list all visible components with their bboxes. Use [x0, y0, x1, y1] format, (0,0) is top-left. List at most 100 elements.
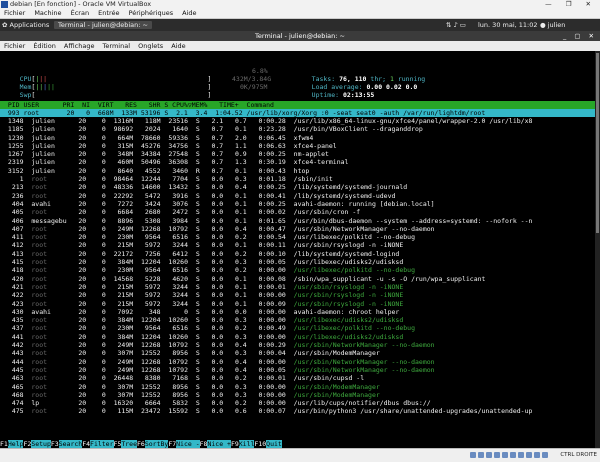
fkey-quit[interactable]: F10 Quit	[254, 440, 282, 448]
process-shr: 27548	[164, 150, 192, 159]
process-cmd: /usr/sbin/NetworkManager --no-daemon	[289, 357, 435, 366]
fkey-filter[interactable]: F4 Filter	[82, 440, 114, 448]
process-row[interactable]: 475 root 20 0 115M 23472 15592 S 0.0 0.6…	[0, 407, 595, 415]
display-icon[interactable]	[518, 452, 524, 458]
process-s: S	[191, 299, 204, 308]
process-row[interactable]: 443 root 20 0 307M 12552 8956 S 0.0 0.3 …	[0, 349, 595, 357]
process-row[interactable]: 422 root 20 0 215M 5972 3244 S 0.0 0.1 0…	[0, 291, 595, 299]
fkey-sortby[interactable]: F6 SortBy	[137, 440, 169, 448]
process-list[interactable]: 1348 julien 20 0 1316M 118M 23516 S 2.1 …	[0, 117, 595, 416]
process-row[interactable]: 404 avahi 20 0 7272 3424 3076 S 0.0 0.1 …	[0, 200, 595, 208]
terminal-scrollbar[interactable]	[595, 51, 600, 448]
taskbar-terminal[interactable]: Terminal - julien@debian: ~	[54, 21, 152, 29]
process-row[interactable]: 407 root 20 0 249M 12268 10792 S 0.0 0.4…	[0, 225, 595, 233]
selected-process-row[interactable]: 993 root 20 0 668M 133M 53196 S 2.1 3.4 …	[0, 109, 595, 117]
process-row[interactable]: 444 root 20 0 249M 12268 10792 S 0.0 0.4…	[0, 358, 595, 366]
process-row[interactable]: 236 root 20 0 22292 5472 3916 S 0.0 0.1 …	[0, 192, 595, 200]
vbox-menu-fichier[interactable]: Fichier	[4, 9, 25, 17]
recording-icon[interactable]	[526, 452, 532, 458]
process-row[interactable]: 437 root 20 0 230M 9564 6516 S 0.0 0.2 0…	[0, 324, 595, 332]
term-menu-edition[interactable]: Édition	[33, 42, 56, 50]
vbox-menu-ecran[interactable]: Écran	[71, 9, 89, 17]
process-row[interactable]: 442 root 20 0 249M 12268 10792 S 0.0 0.4…	[0, 341, 595, 349]
term-menu-aide[interactable]: Aide	[171, 42, 185, 50]
process-res: 6664	[137, 399, 165, 408]
harddisk-icon[interactable]	[470, 452, 476, 458]
vbox-menu-machine[interactable]: Machine	[34, 9, 61, 17]
process-row[interactable]: 1 root 20 0 98464 12244 7704 S 0.0 0.3 0…	[0, 175, 595, 183]
process-pid: 1348	[4, 117, 28, 125]
vbox-menu-entree[interactable]: Entrée	[98, 9, 119, 17]
process-shr: 3460	[164, 166, 192, 175]
process-pid: 412	[4, 241, 28, 250]
term-menu-terminal[interactable]: Terminal	[103, 42, 130, 50]
process-ni: 0	[90, 258, 110, 267]
panel-user[interactable]: ● julien	[540, 19, 565, 31]
shared-folder-icon[interactable]	[510, 452, 516, 458]
process-row[interactable]: 406 messagebu 20 0 8896 5308 3984 S 0.0 …	[0, 217, 595, 225]
process-row[interactable]: 420 root 20 0 14568 5228 4620 S 0.0 0.1 …	[0, 275, 595, 283]
term-menu-fichier[interactable]: Fichier	[4, 42, 25, 50]
fkey-kill[interactable]: F9 Kill	[230, 440, 255, 448]
usb-icon[interactable]	[502, 452, 508, 458]
process-row[interactable]: 415 root 20 0 384M 12204 10260 S 0.0 0.3…	[0, 258, 595, 266]
process-row[interactable]: 411 root 20 0 230M 9564 6516 S 0.0 0.2 0…	[0, 233, 595, 241]
process-row[interactable]: 213 root 20 0 48336 14600 13432 S 0.0 0.…	[0, 183, 595, 191]
fkey-setup[interactable]: F2 Setup	[23, 440, 51, 448]
mouse-integration-icon[interactable]	[542, 452, 548, 458]
scrollbar-thumb[interactable]	[596, 53, 599, 233]
process-row[interactable]: 463 root 20 0 26448 8380 7168 S 0.0 0.2 …	[0, 374, 595, 382]
term-menu-affichage[interactable]: Affichage	[64, 42, 95, 50]
process-row[interactable]: 1230 julien 20 0 664M 78660 59336 S 0.7 …	[0, 134, 595, 142]
process-s: S	[191, 266, 204, 275]
process-row[interactable]: 1185 julien 20 0 98692 2024 1640 S 0.7 0…	[0, 125, 595, 133]
fkey-help[interactable]: F1 Help	[0, 440, 24, 448]
vbox-menu-peripheriques[interactable]: Périphériques	[129, 9, 174, 17]
process-ni: 0	[90, 291, 110, 300]
fkey-label: Nice +	[207, 440, 231, 448]
network-adapter-icon[interactable]	[494, 452, 500, 458]
process-row[interactable]: 2319 julien 20 0 460M 50496 36308 S 0.7 …	[0, 158, 595, 166]
vbox-menu-aide[interactable]: Aide	[182, 9, 196, 17]
process-row[interactable]: 412 root 20 0 215M 5972 3244 S 0.0 0.1 0…	[0, 241, 595, 249]
optical-drive-icon[interactable]	[478, 452, 484, 458]
fkey-nice[interactable]: F7 Nice -	[168, 440, 200, 448]
process-row[interactable]: 413 root 20 0 22172 7256 6412 S 0.0 0.2 …	[0, 250, 595, 258]
cpu-icon[interactable]	[534, 452, 540, 458]
process-cmd: /usr/sbin/NetworkManager --no-daemon	[289, 341, 435, 350]
process-row[interactable]: 1348 julien 20 0 1316M 118M 23516 S 2.1 …	[0, 117, 595, 125]
fkey-nice[interactable]: F8 Nice +	[199, 440, 231, 448]
process-table-header[interactable]: PID USER PRI NI VIRT RES SHR S CPU%▽MEM%…	[0, 101, 595, 109]
process-row[interactable]: 423 root 20 0 215M 5972 3244 S 0.0 0.1 0…	[0, 300, 595, 308]
process-row[interactable]: 430 avahi 20 0 7092 348 0 S 0.0 0.0 0:00…	[0, 308, 595, 316]
process-row[interactable]: 474 lp 20 0 16320 6664 5832 S 0.0 0.2 0:…	[0, 399, 595, 407]
process-cpu: 0.0	[203, 274, 228, 283]
process-row[interactable]: 1267 julien 20 0 348M 34384 27548 S 0.7 …	[0, 150, 595, 158]
fkey-tree[interactable]: F5 Tree	[113, 440, 137, 448]
process-row[interactable]: 418 root 20 0 230M 9564 6516 S 0.0 0.2 0…	[0, 266, 595, 274]
terminal-window-controls[interactable]: _ ▢ ✕	[563, 31, 597, 41]
process-row[interactable]: 435 root 20 0 384M 12204 10260 S 0.0 0.3…	[0, 316, 595, 324]
process-time: 0:23.28	[250, 125, 290, 134]
audio-icon[interactable]	[486, 452, 492, 458]
network-icon[interactable]: ⇅	[446, 21, 451, 29]
process-row[interactable]: 421 root 20 0 215M 5972 3244 S 0.0 0.1 0…	[0, 283, 595, 291]
process-res: 12268	[137, 341, 165, 350]
process-virt: 26448	[109, 374, 138, 383]
process-row[interactable]: 1255 julien 20 0 315M 45276 34756 S 0.7 …	[0, 142, 595, 150]
battery-icon[interactable]: ▭	[460, 21, 466, 29]
process-row[interactable]: 3152 julien 20 0 8640 4552 3460 R 0.7 0.…	[0, 167, 595, 175]
term-menu-onglets[interactable]: Onglets	[138, 42, 163, 50]
vbox-window-controls[interactable]: — ❐ ✕	[545, 0, 597, 9]
process-row[interactable]: 468 root 20 0 307M 12552 8956 S 0.0 0.3 …	[0, 391, 595, 399]
applications-menu[interactable]: ✿ Applications	[2, 19, 49, 31]
process-row[interactable]: 405 root 20 0 6684 2680 2472 S 0.0 0.1 0…	[0, 208, 595, 216]
process-row[interactable]: 441 root 20 0 384M 12204 10260 S 0.0 0.3…	[0, 333, 595, 341]
fkey-search[interactable]: F3 Search	[50, 440, 83, 448]
terminal-area[interactable]: CPU[||| ] Mem[||||| ] Swp[ ] 6.8% 432M/3…	[0, 51, 595, 448]
volume-icon[interactable]: ♪	[454, 21, 458, 29]
process-row[interactable]: 465 root 20 0 307M 12552 8956 S 0.0 0.3 …	[0, 383, 595, 391]
tasks-line: Tasks: 76, 110 thr; 1 running	[296, 67, 426, 83]
panel-clock[interactable]: lun. 30 mai, 11:02	[478, 19, 538, 31]
process-row[interactable]: 445 root 20 0 249M 12268 10792 S 0.0 0.4…	[0, 366, 595, 374]
